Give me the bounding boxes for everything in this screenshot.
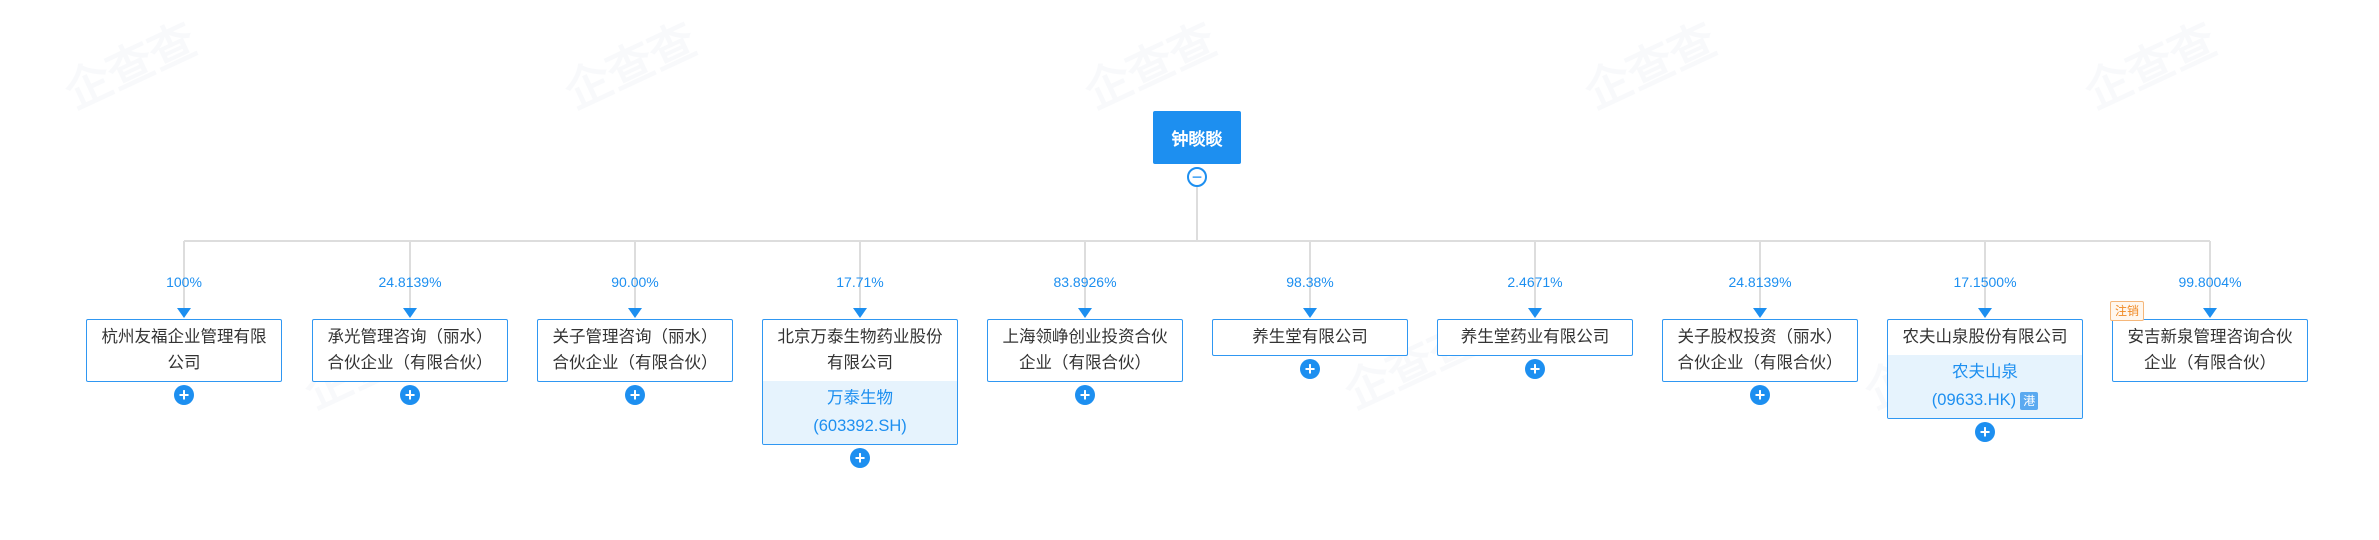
ownership-percent: 17.1500% [1953, 274, 2017, 290]
connector-lines [177, 187, 2217, 318]
company-node[interactable]: 杭州友福企业管理有限公司 [86, 319, 282, 382]
company-name: 农夫山泉股份有限公司 [1902, 328, 2068, 346]
stock-code: (09633.HK) [1931, 391, 2017, 409]
arrow-icon [177, 308, 191, 318]
expand-icon[interactable]: + [1525, 359, 1545, 379]
arrow-icon [1303, 308, 1317, 318]
arrow-icon [1078, 308, 1092, 318]
arrow-icon [1753, 308, 1767, 318]
company-name: 承光管理咨询（丽水）合伙企业（有限合伙） [327, 328, 493, 372]
company-name: 安吉新泉管理咨询合伙企业（有限合伙） [2127, 328, 2293, 372]
ownership-percent: 24.8139% [1728, 274, 1792, 290]
arrow-icon [2203, 308, 2217, 318]
stock-info[interactable]: 万泰生物 (603392.SH) [763, 381, 957, 444]
expand-icon[interactable]: + [1300, 359, 1320, 379]
company-node[interactable]: 养生堂药业有限公司 [1437, 319, 1633, 356]
arrow-icon [628, 308, 642, 318]
arrow-icon [1978, 308, 1992, 318]
company-name: 杭州友福企业管理有限公司 [101, 328, 267, 372]
stock-code: (603392.SH) [813, 417, 907, 435]
stock-info[interactable]: 农夫山泉 (09633.HK) 港 [1888, 355, 2082, 418]
status-tag: 注销 [2110, 301, 2145, 321]
expand-icon[interactable]: + [1750, 385, 1770, 405]
company-node[interactable]: 上海领峥创业投资合伙企业（有限合伙） [987, 319, 1183, 382]
expand-icon[interactable]: + [850, 448, 870, 468]
equity-tree: 企查查企查查企查查企查查企查查企查查企查查企查查企查查 钟睒睒 − 100%杭州… [0, 0, 2379, 540]
hk-market-badge: 港 [2020, 391, 2039, 410]
company-node[interactable]: 承光管理咨询（丽水）合伙企业（有限合伙） [312, 319, 508, 382]
arrow-icon [853, 308, 867, 318]
company-node[interactable]: 安吉新泉管理咨询合伙企业（有限合伙） [2112, 319, 2308, 382]
ownership-percent: 24.8139% [378, 274, 442, 290]
expand-icon[interactable]: + [400, 385, 420, 405]
company-node[interactable]: 关子管理咨询（丽水）合伙企业（有限合伙） [537, 319, 733, 382]
ownership-percent: 90.00% [611, 274, 659, 290]
stock-name: 农夫山泉 [1952, 363, 2018, 381]
expand-icon[interactable]: + [625, 385, 645, 405]
stock-name: 万泰生物 [827, 389, 893, 407]
ownership-percent: 17.71% [836, 274, 884, 290]
company-name: 关子管理咨询（丽水）合伙企业（有限合伙） [552, 328, 718, 372]
root-person-name: 钟睒睒 [1171, 130, 1223, 149]
ownership-percent: 99.8004% [2178, 274, 2242, 290]
company-node[interactable]: 农夫山泉股份有限公司 农夫山泉 (09633.HK) 港 [1887, 319, 2083, 419]
ownership-percent: 83.8926% [1053, 274, 1117, 290]
company-name: 养生堂有限公司 [1252, 328, 1368, 346]
company-name: 上海领峥创业投资合伙企业（有限合伙） [1002, 328, 1168, 372]
ownership-percent: 100% [166, 274, 202, 290]
company-node[interactable]: 养生堂有限公司 [1212, 319, 1408, 356]
expand-icon[interactable]: + [1075, 385, 1095, 405]
company-name: 关子股权投资（丽水）合伙企业（有限合伙） [1677, 328, 1843, 372]
ownership-percent: 98.38% [1286, 274, 1334, 290]
arrow-icon [403, 308, 417, 318]
company-node[interactable]: 关子股权投资（丽水）合伙企业（有限合伙） [1662, 319, 1858, 382]
collapse-icon[interactable]: − [1187, 167, 1207, 187]
expand-icon[interactable]: + [174, 385, 194, 405]
company-name: 北京万泰生物药业股份有限公司 [777, 328, 943, 372]
root-person-node[interactable]: 钟睒睒 [1153, 111, 1241, 164]
ownership-percent: 2.4671% [1507, 274, 1563, 290]
company-node[interactable]: 北京万泰生物药业股份有限公司万泰生物 (603392.SH) [762, 319, 958, 445]
company-name: 养生堂药业有限公司 [1460, 328, 1610, 346]
arrow-icon [1528, 308, 1542, 318]
expand-icon[interactable]: + [1975, 422, 1995, 442]
